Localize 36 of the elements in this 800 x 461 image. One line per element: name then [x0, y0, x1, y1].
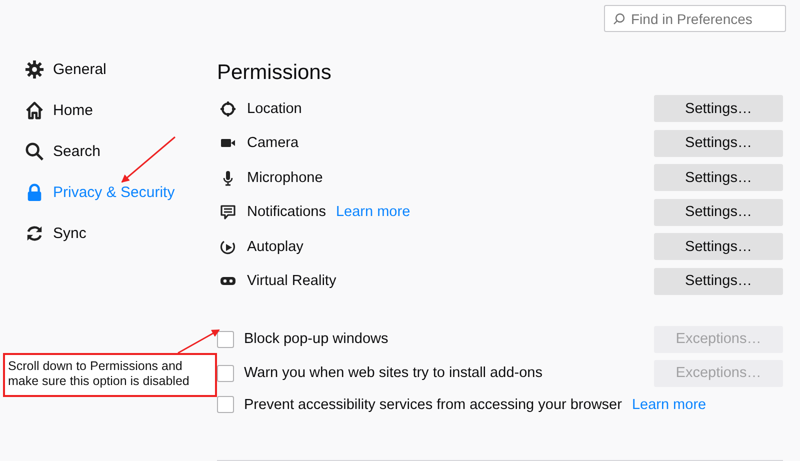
- sync-icon: [25, 224, 44, 242]
- annotation-arrow: [178, 329, 220, 354]
- option-label: Block pop-up windows: [244, 331, 388, 347]
- permission-label: Microphone: [247, 170, 323, 186]
- settings-button[interactable]: Settings…: [654, 164, 783, 191]
- permission-label: Notifications: [247, 204, 326, 220]
- permission-label: Location: [247, 100, 302, 116]
- search-icon: [25, 142, 44, 160]
- settings-button[interactable]: Settings…: [654, 95, 783, 122]
- checkbox[interactable]: [217, 396, 234, 413]
- permission-label: Autoplay: [247, 238, 304, 254]
- annotation-arrow: [121, 136, 176, 183]
- play-icon: [220, 238, 236, 254]
- settings-button[interactable]: Settings…: [654, 198, 783, 226]
- checkbox[interactable]: [217, 364, 234, 382]
- home-icon: [25, 100, 44, 120]
- annotation-callout: Scroll down to Permissions and make sure this option is disabled: [3, 353, 217, 397]
- search-icon: [613, 13, 625, 25]
- gear-icon: [25, 60, 44, 78]
- settings-button[interactable]: Settings…: [654, 233, 783, 260]
- sidebar-item[interactable]: Sync: [25, 220, 217, 246]
- permission-label: Camera: [247, 135, 299, 151]
- option-label: Prevent accessibility services from accessing your browser: [244, 396, 622, 412]
- checkbox[interactable]: [217, 330, 234, 348]
- settings-button[interactable]: Settings…: [654, 268, 783, 294]
- search-field[interactable]: Find in Preferences: [604, 5, 786, 32]
- sidebar-item[interactable]: Home: [25, 97, 217, 123]
- sidebar-item[interactable]: General: [25, 56, 217, 82]
- crosshair-icon: [220, 100, 236, 116]
- lock-icon: [25, 182, 44, 202]
- permission-label: Virtual Reality: [247, 273, 336, 289]
- section-title: Permissions: [217, 60, 332, 86]
- speech-bubble-icon: [220, 204, 236, 220]
- sidebar-item[interactable]: Search: [25, 138, 217, 164]
- settings-button[interactable]: Settings…: [654, 130, 783, 156]
- option-label: Warn you when web sites try to install add-ons: [244, 365, 542, 381]
